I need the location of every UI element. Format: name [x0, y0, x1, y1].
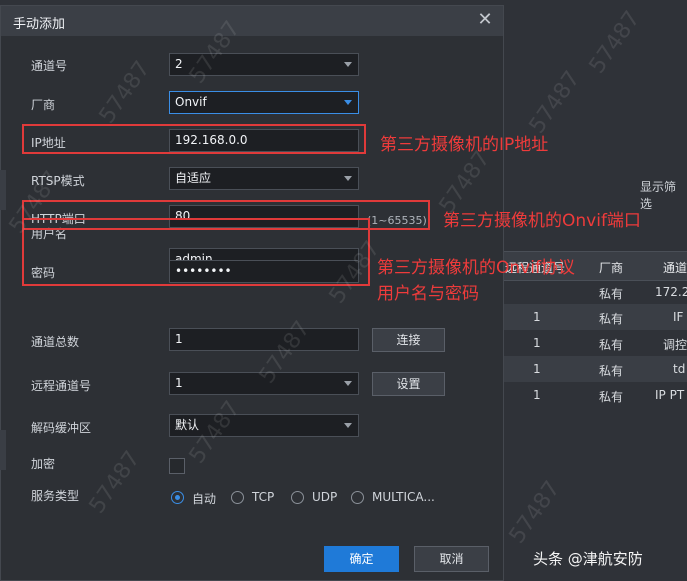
settings-button[interactable]: 设置: [372, 372, 445, 396]
dialog-title: 手动添加: [13, 17, 66, 32]
service-auto-label: 自动: [192, 492, 217, 506]
credentials-annotation-line2: 用户名与密码: [377, 284, 479, 304]
vendor-label: 厂商: [31, 98, 56, 112]
vendor-select[interactable]: Onvif: [169, 91, 359, 114]
ip-annotation: 第三方摄像机的IP地址: [380, 135, 549, 155]
service-multicast-radio[interactable]: [351, 491, 364, 504]
source-badge: 头条 @津航安防: [533, 550, 643, 568]
channel-no-label: 通道号: [31, 59, 68, 73]
rtsp-mode-select[interactable]: 自适应: [169, 167, 359, 190]
channel-total-label: 通道总数: [31, 335, 80, 349]
ip-highlight-box: [22, 124, 366, 154]
decode-buffer-label: 解码缓冲区: [31, 421, 92, 435]
service-udp-radio[interactable]: [291, 491, 304, 504]
port-annotation: 第三方摄像机的Onvif端口: [443, 211, 641, 231]
service-udp-label: UDP: [312, 490, 338, 504]
table-row[interactable]: 1 私有 调控: [503, 330, 687, 356]
connect-button[interactable]: 连接: [372, 328, 445, 352]
service-type-label: 服务类型: [31, 489, 80, 503]
display-filter-label[interactable]: 显示筛选: [640, 178, 687, 212]
encrypt-checkbox[interactable]: [169, 458, 185, 474]
remote-channel-label: 远程通道号: [31, 379, 92, 393]
encrypt-label: 加密: [31, 457, 56, 471]
channel-total-input[interactable]: 1: [169, 328, 359, 351]
service-tcp-radio[interactable]: [231, 491, 244, 504]
background-left-strip: [0, 170, 6, 210]
credentials-highlight-box: [22, 218, 370, 286]
table-row[interactable]: 1 私有 IP PT: [503, 382, 687, 408]
header-channel: 通道: [663, 261, 687, 275]
service-tcp-label: TCP: [252, 490, 275, 504]
table-row[interactable]: 1 私有 td: [503, 356, 687, 382]
ok-button[interactable]: 确定: [324, 546, 399, 572]
credentials-annotation-line1: 第三方摄像机的Onvif协议: [377, 258, 575, 278]
service-auto-radio[interactable]: [171, 491, 184, 504]
dialog-titlebar[interactable]: 手动添加 ✕: [1, 6, 503, 36]
table-row[interactable]: 1 私有 IF: [503, 304, 687, 330]
header-vendor: 厂商: [599, 261, 624, 275]
background-left-strip: [0, 430, 6, 470]
close-icon[interactable]: ✕: [475, 10, 495, 30]
cancel-button[interactable]: 取消: [414, 546, 489, 572]
table-row[interactable]: 私有 172.2: [503, 279, 687, 305]
service-multicast-label: MULTICA...: [372, 490, 435, 504]
